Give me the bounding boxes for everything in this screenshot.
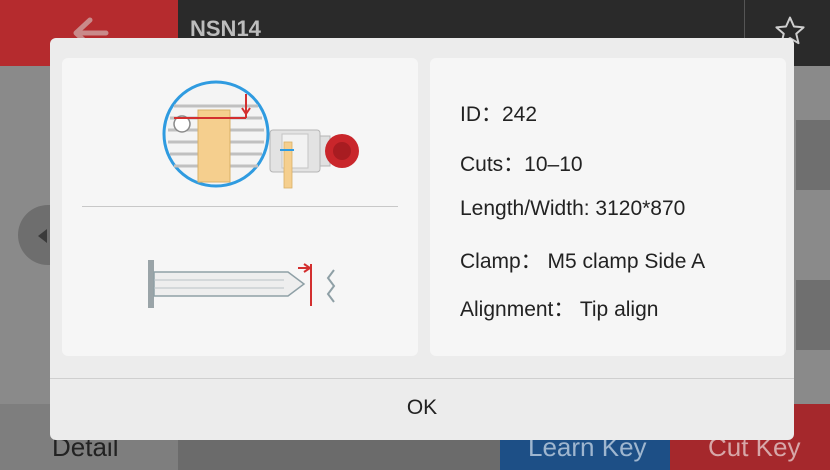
side-panel-edge: [796, 280, 830, 350]
key-alignment-illustration: [148, 260, 336, 308]
chevron-left-icon: [38, 229, 47, 243]
clamp-position-illustration: [162, 80, 359, 189]
panel-divider: [82, 206, 398, 207]
side-panel-edge: [796, 120, 830, 190]
key-id-text: ID：242: [460, 103, 538, 126]
key-info-panel: ID：242 Cuts：10–10 Length/Width: 3120*870…: [430, 58, 786, 356]
alignment-text: Alignment： Tip align: [460, 298, 659, 321]
illustration-panel: [62, 58, 418, 356]
length-width-text: Length/Width: 3120*870: [460, 197, 686, 220]
clamp-text: Clamp： M5 clamp Side A: [460, 250, 706, 273]
key-info-dialog: ID：242 Cuts：10–10 Length/Width: 3120*870…: [50, 38, 794, 440]
ok-button[interactable]: OK: [50, 379, 794, 440]
cuts-text: Cuts：10–10: [460, 153, 583, 176]
